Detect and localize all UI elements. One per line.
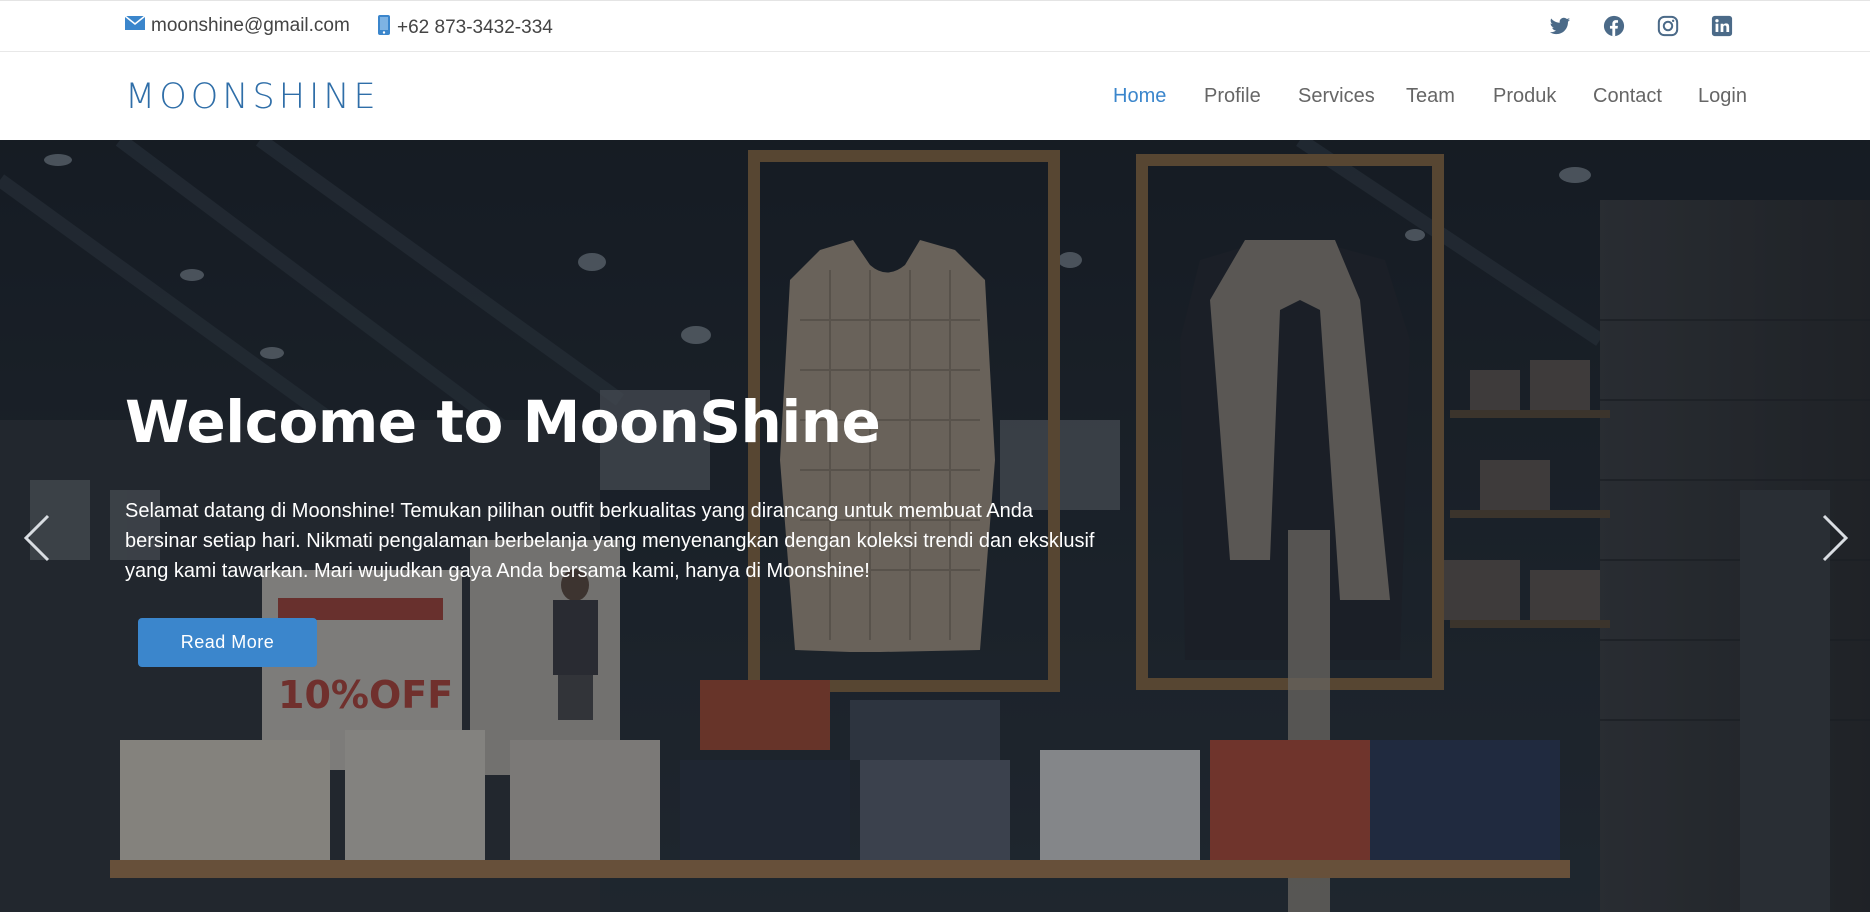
facebook-icon[interactable] (1603, 15, 1625, 37)
nav-team[interactable]: Team (1406, 85, 1455, 108)
chevron-right-icon[interactable] (1814, 508, 1854, 568)
email-text: moonshine@gmail.com (151, 15, 350, 36)
phone-icon (377, 15, 391, 41)
nav-contact[interactable]: Contact (1593, 85, 1662, 108)
envelope-icon (124, 15, 146, 37)
nav-home[interactable]: Home (1113, 85, 1166, 108)
read-more-button[interactable]: Read More (138, 618, 317, 667)
twitter-icon[interactable] (1549, 15, 1571, 37)
instagram-icon[interactable] (1657, 15, 1679, 37)
nav-profile[interactable]: Profile (1204, 85, 1261, 108)
linkedin-icon[interactable] (1711, 15, 1733, 37)
phone-text: +62 873-3432-334 (397, 17, 553, 38)
hero-title: Welcome to MoonShine (125, 388, 881, 456)
phone-contact[interactable]: +62 873-3432-334 (377, 15, 553, 41)
top-bar: moonshine@gmail.com +62 873-3432-334 (0, 0, 1870, 52)
nav-services[interactable]: Services (1298, 85, 1375, 108)
email-contact[interactable]: moonshine@gmail.com (124, 15, 350, 37)
nav-login[interactable]: Login (1698, 85, 1747, 108)
hero-carousel: 10%OFF Welcome to MoonShine Selamat data… (0, 140, 1870, 912)
site-logo[interactable]: MOONSHINE (125, 77, 380, 117)
nav-produk[interactable]: Produk (1493, 85, 1556, 108)
chevron-left-icon[interactable] (18, 508, 58, 568)
hero-description: Selamat datang di Moonshine! Temukan pil… (125, 500, 1095, 582)
main-header: MOONSHINE Home Profile Services Team Pro… (0, 52, 1870, 140)
